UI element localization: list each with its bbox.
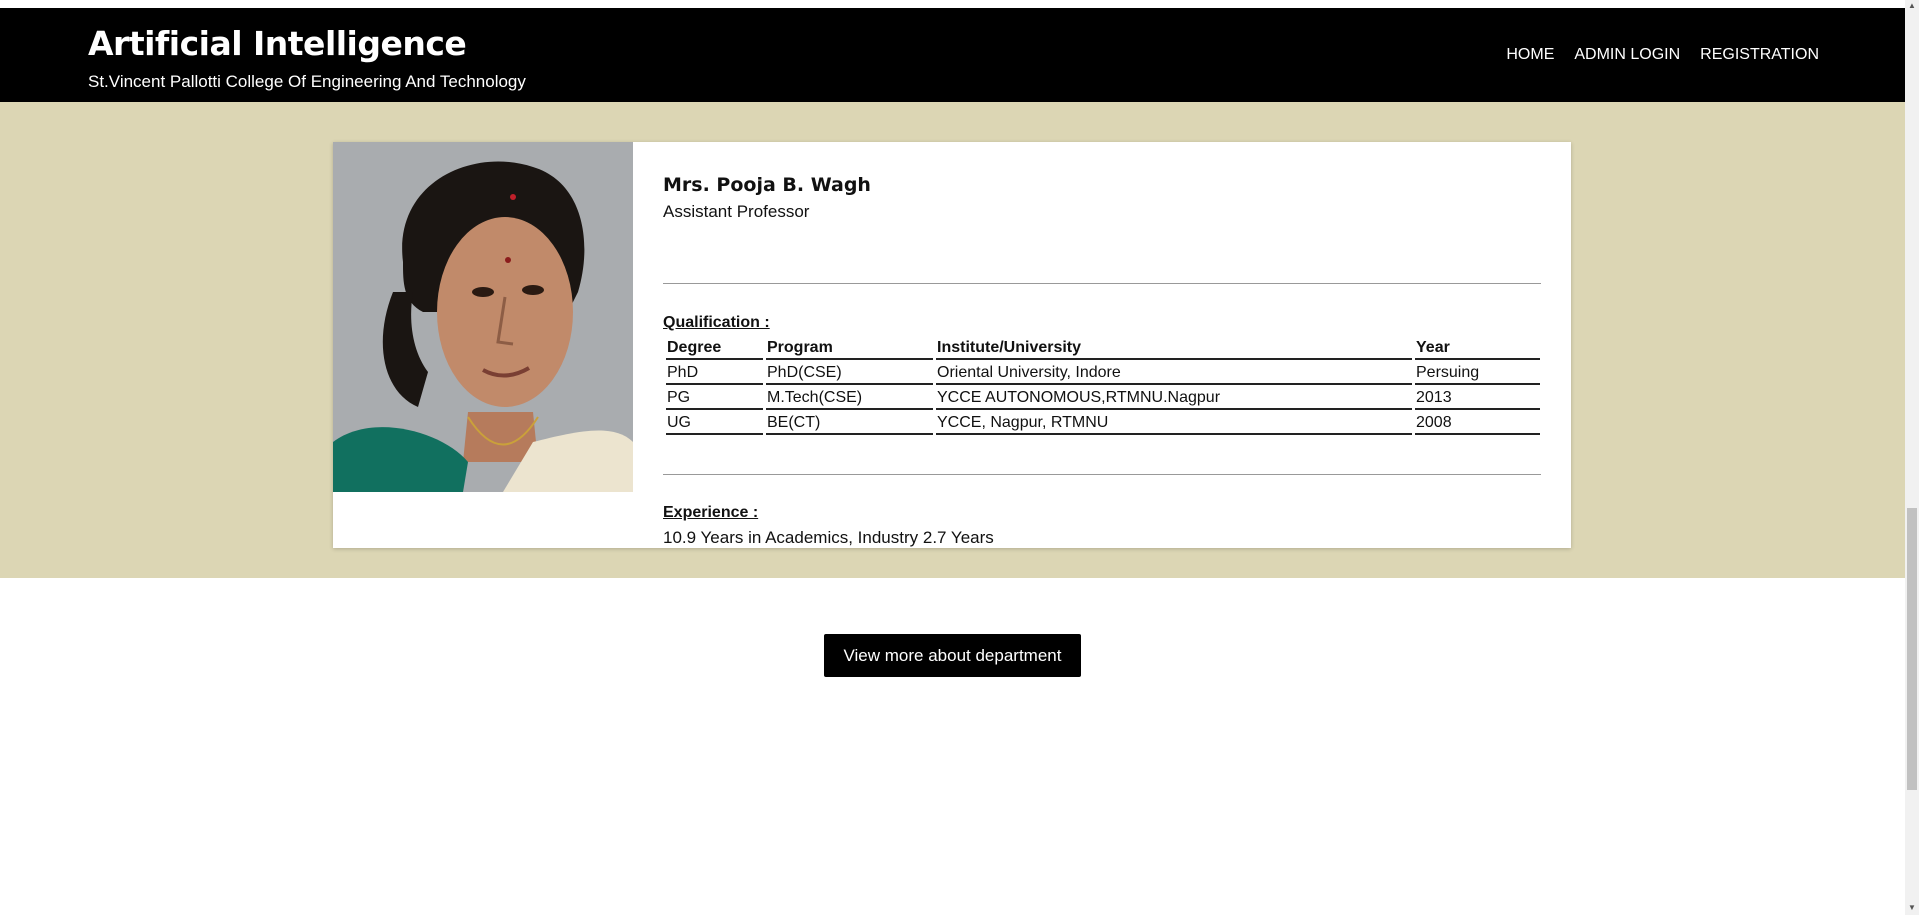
faculty-photo (333, 142, 633, 492)
cell-institute: Oriental University, Indore (936, 360, 1412, 385)
nav-registration[interactable]: REGISTRATION (1700, 46, 1819, 64)
scroll-up-arrow-icon[interactable]: ▲ (1907, 1, 1917, 11)
nav-home[interactable]: HOME (1506, 46, 1554, 64)
table-row: PG M.Tech(CSE) YCCE AUTONOMOUS,RTMNU.Nag… (666, 385, 1540, 410)
column-degree: Degree (666, 336, 763, 360)
cell-degree: UG (666, 410, 763, 435)
nav-menu: HOME ADMIN LOGIN REGISTRATION (1506, 46, 1819, 64)
table-row: UG BE(CT) YCCE, Nagpur, RTMNU 2008 (666, 410, 1540, 435)
faculty-designation: Assistant Professor (663, 202, 810, 221)
cell-year: Persuing (1415, 360, 1540, 385)
scroll-down-arrow-icon[interactable]: ▼ (1907, 903, 1917, 913)
column-program: Program (766, 336, 933, 360)
qualification-heading: Qualification : (663, 314, 770, 331)
faculty-name: Mrs. Pooja B. Wagh (663, 174, 871, 196)
column-year: Year (1415, 336, 1540, 360)
cell-institute: YCCE AUTONOMOUS,RTMNU.Nagpur (936, 385, 1412, 410)
navbar: Artificial Intelligence St.Vincent Pallo… (0, 8, 1905, 102)
cell-institute: YCCE, Nagpur, RTMNU (936, 410, 1412, 435)
cell-degree: PG (666, 385, 763, 410)
faculty-card: Mrs. Pooja B. Wagh Assistant Professor Q… (333, 142, 1571, 548)
site-subtitle: St.Vincent Pallotti College Of Engineeri… (88, 72, 526, 91)
cell-program: M.Tech(CSE) (766, 385, 933, 410)
top-strip (0, 0, 1905, 8)
table-row: PhD PhD(CSE) Oriental University, Indore… (666, 360, 1540, 385)
table-header-row: Degree Program Institute/University Year (666, 336, 1540, 360)
cell-year: 2013 (1415, 385, 1540, 410)
divider-top (663, 283, 1541, 284)
cell-degree: PhD (666, 360, 763, 385)
column-institute: Institute/University (936, 336, 1412, 360)
cell-year: 2008 (1415, 410, 1540, 435)
experience-heading: Experience : (663, 504, 759, 521)
nav-admin-login[interactable]: ADMIN LOGIN (1574, 46, 1680, 64)
site-title[interactable]: Artificial Intelligence (88, 24, 467, 63)
divider-bottom (663, 474, 1541, 475)
vertical-scrollbar[interactable]: ▲ ▼ (1905, 0, 1919, 915)
qualification-table: Degree Program Institute/University Year… (663, 336, 1543, 435)
cell-program: PhD(CSE) (766, 360, 933, 385)
view-more-department-button[interactable]: View more about department (824, 634, 1081, 677)
experience-text: 10.9 Years in Academics, Industry 2.7 Ye… (663, 528, 994, 547)
faculty-info: Mrs. Pooja B. Wagh Assistant Professor Q… (663, 174, 1543, 547)
cell-program: BE(CT) (766, 410, 933, 435)
scroll-thumb[interactable] (1907, 508, 1917, 790)
